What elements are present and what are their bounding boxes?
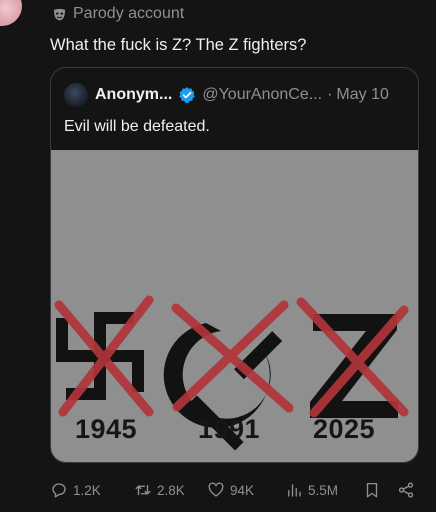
quoted-tweet-header: Anonym... @YourAnonCe... · May 10 (64, 83, 389, 107)
views-button[interactable]: 5.5M (285, 478, 338, 502)
quoted-tweet-date[interactable]: May 10 (336, 86, 388, 104)
quoted-author-name[interactable]: Anonym... (95, 86, 172, 104)
repost-count: 2.8K (157, 482, 185, 498)
bookmark-icon (366, 482, 378, 498)
year-label: 1991 (198, 414, 261, 444)
quoted-author-avatar[interactable] (64, 83, 88, 107)
reply-icon (52, 483, 66, 498)
like-button[interactable]: 94K (207, 478, 254, 502)
like-count: 94K (230, 482, 255, 498)
separator-dot: · (327, 86, 333, 103)
reply-button[interactable]: 1.2K (50, 478, 101, 502)
share-icon (398, 482, 414, 498)
quoted-author-handle[interactable]: @YourAnonCe... (202, 86, 322, 104)
parody-label: Parody account (73, 5, 185, 22)
view-count: 5.5M (308, 482, 339, 498)
year-label: 2025 (313, 414, 376, 444)
tweet-text: What the fuck is Z? The Z fighters? (50, 36, 307, 54)
reply-count: 1.2K (73, 482, 101, 498)
parody-badge: Parody account (52, 5, 184, 23)
repost-button[interactable]: 2.8K (134, 478, 185, 502)
quoted-tweet-text: Evil will be defeated. (64, 118, 210, 135)
share-button[interactable] (397, 478, 415, 502)
verified-badge-icon (179, 87, 196, 103)
quoted-tweet-image[interactable]: 1945 1991 2025 (51, 150, 418, 462)
year-label: 1945 (75, 414, 138, 444)
heart-icon (208, 482, 224, 497)
views-bar-chart-icon (288, 484, 301, 497)
action-bar: 1.2K 2.8K 94K 5.5M (50, 478, 422, 502)
author-avatar[interactable] (0, 0, 22, 26)
bookmark-button[interactable] (363, 478, 381, 502)
repost-icon (135, 484, 151, 496)
mask-icon (53, 8, 66, 21)
quoted-tweet[interactable]: Anonym... @YourAnonCe... · May 10 Evil w… (50, 67, 419, 463)
